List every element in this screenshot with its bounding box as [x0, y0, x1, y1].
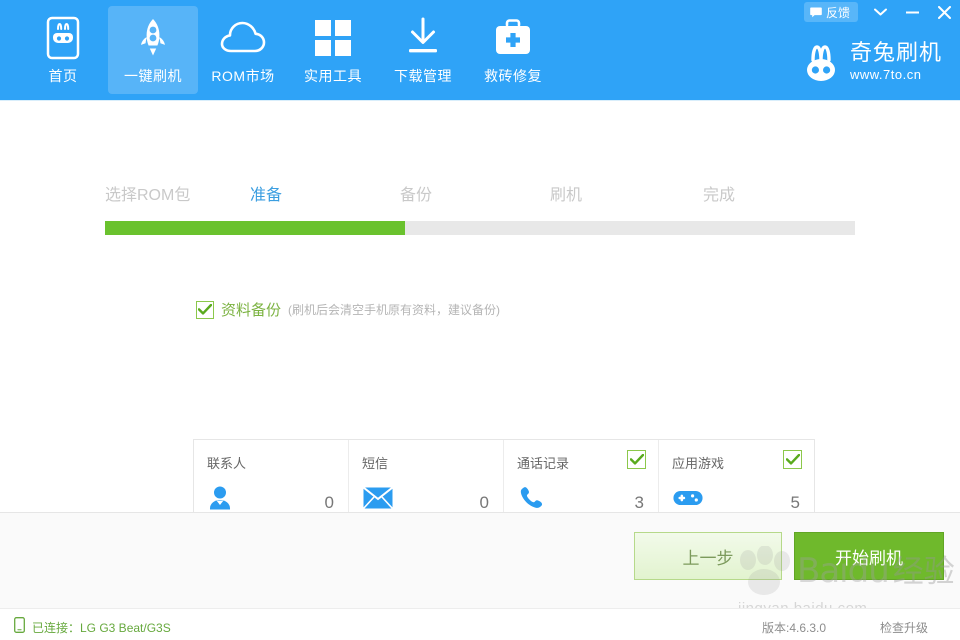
start-flash-button[interactable]: 开始刷机	[794, 532, 944, 580]
nav-item-home[interactable]: 首页	[18, 6, 108, 94]
gamepad-icon	[673, 484, 703, 512]
backup-card-sms[interactable]: 短信 0	[349, 440, 504, 522]
card-checkbox[interactable]	[783, 450, 802, 469]
card-count: 0	[325, 493, 334, 513]
card-count: 5	[791, 493, 800, 513]
backup-card-contacts[interactable]: 联系人 0	[194, 440, 349, 522]
main-navigation: 首页 一键刷机	[18, 6, 558, 94]
app-header: 反馈	[0, 0, 960, 100]
step-prepare: 准备	[250, 181, 282, 205]
action-footer: 上一步 开始刷机	[0, 512, 960, 608]
brand-url: www.7to.cn	[850, 68, 942, 81]
dropdown-button[interactable]	[864, 0, 896, 24]
nav-item-label: 一键刷机	[124, 66, 182, 86]
contact-person-icon	[208, 484, 238, 512]
envelope-icon	[363, 484, 393, 512]
backup-card-call-log[interactable]: 通话记录 3	[504, 440, 659, 522]
nav-item-label: 下载管理	[394, 66, 452, 86]
nav-item-brick-repair[interactable]: 救砖修复	[468, 6, 558, 94]
download-icon	[404, 15, 442, 61]
backup-item-cards: 联系人 0 短信	[193, 439, 815, 523]
step-flash: 刷机	[550, 181, 582, 205]
rabbit-logo-icon	[800, 38, 842, 84]
backup-checkbox[interactable]	[196, 301, 214, 319]
card-title: 联系人	[207, 453, 246, 472]
card-title: 短信	[362, 453, 388, 472]
minimize-button[interactable]	[896, 0, 928, 24]
close-button[interactable]	[928, 0, 960, 24]
card-count: 3	[635, 493, 644, 513]
nav-item-rom-market[interactable]: ROM市场	[198, 6, 288, 94]
minimize-icon	[906, 11, 919, 14]
step-select-rom: 选择ROM包	[105, 181, 190, 205]
brand-text: 奇兔刷机 www.7to.cn	[850, 42, 942, 81]
backup-title: 资料备份	[221, 299, 281, 320]
card-title: 通话记录	[517, 453, 569, 472]
progress-bar-fill	[105, 221, 405, 235]
brand-logo-area: 奇兔刷机 www.7to.cn	[800, 38, 942, 84]
connection-status: 已连接：LG G3 Beat/G3S	[14, 617, 171, 638]
chevron-down-icon	[874, 8, 887, 16]
brand-name: 奇兔刷机	[850, 42, 942, 64]
backup-note: (刷机后会清空手机原有资料，建议备份)	[288, 301, 500, 318]
feedback-label: 反馈	[826, 4, 850, 21]
nav-item-label: ROM市场	[211, 66, 274, 86]
step-finish: 完成	[703, 181, 735, 205]
nav-item-label: 首页	[49, 66, 78, 86]
nav-item-download-manager[interactable]: 下载管理	[378, 6, 468, 94]
window-titlebar: 反馈	[804, 0, 960, 24]
card-count: 0	[480, 493, 489, 513]
feedback-button[interactable]: 反馈	[804, 2, 858, 22]
first-aid-kit-icon	[494, 15, 532, 61]
previous-step-button[interactable]: 上一步	[634, 532, 782, 580]
step-indicator: 选择ROM包 准备 备份 刷机 完成	[105, 181, 855, 215]
version-label: 版本:4.6.3.0	[762, 619, 826, 636]
rocket-icon	[134, 15, 172, 61]
step-backup: 备份	[400, 181, 432, 205]
card-title: 应用游戏	[672, 453, 724, 472]
grid-windows-icon	[314, 15, 352, 61]
nav-item-one-key-flash[interactable]: 一键刷机	[108, 6, 198, 94]
backup-card-apps-games[interactable]: 应用游戏 5	[659, 440, 814, 522]
status-bar: 已连接：LG G3 Beat/G3S 版本:4.6.3.0 检查升级	[0, 608, 960, 640]
connection-status-text: 已连接：LG G3 Beat/G3S	[32, 619, 171, 636]
phone-icon	[14, 617, 25, 638]
nav-item-tools[interactable]: 实用工具	[288, 6, 378, 94]
nav-item-label: 实用工具	[304, 66, 362, 86]
progress-bar	[105, 221, 855, 235]
close-icon	[938, 6, 951, 19]
check-upgrade-link[interactable]: 检查升级	[880, 619, 928, 636]
phone-handset-icon	[518, 484, 548, 512]
cloud-icon	[219, 15, 267, 61]
app-window: 反馈	[0, 0, 960, 640]
main-content: 选择ROM包 准备 备份 刷机 完成 资料备份 (刷机后会清空手机原有资料，建议…	[0, 100, 960, 512]
speech-bubble-icon	[810, 7, 822, 18]
backup-section-header: 资料备份 (刷机后会清空手机原有资料，建议备份)	[196, 299, 500, 320]
nav-item-label: 救砖修复	[484, 66, 542, 86]
phone-rabbit-icon	[46, 15, 80, 61]
card-checkbox[interactable]	[627, 450, 646, 469]
